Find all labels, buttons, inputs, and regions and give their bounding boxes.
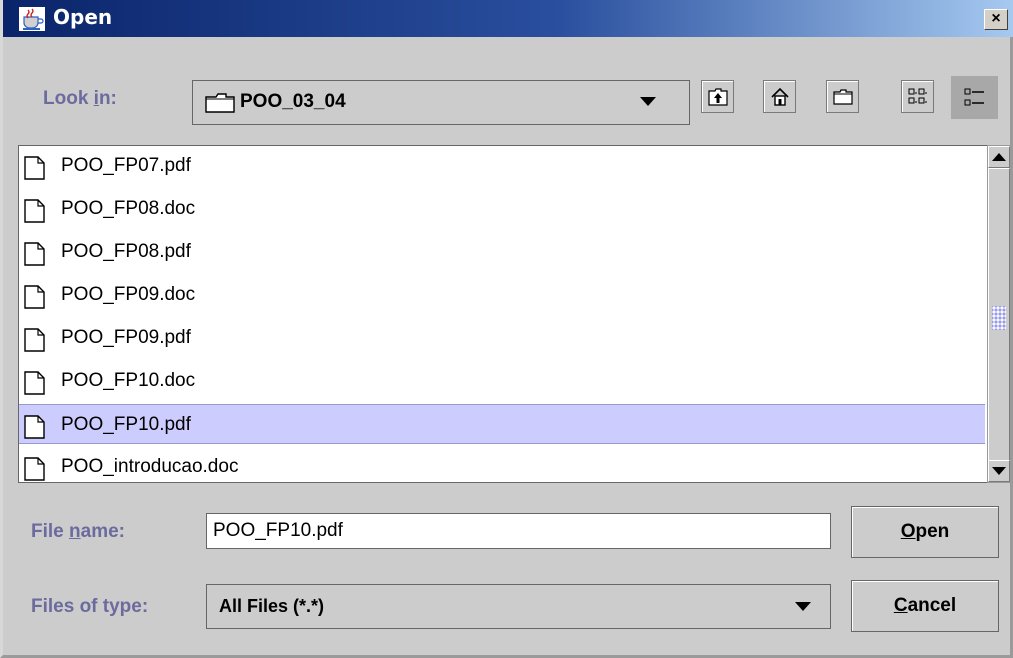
file-name: POO_FP08.doc	[61, 198, 196, 219]
files-of-type-label: Files of type:	[31, 596, 149, 617]
file-name: POO_FP09.pdf	[61, 327, 191, 348]
java-cup-icon	[19, 7, 45, 31]
up-one-level-icon	[708, 88, 728, 106]
close-icon: ×	[991, 10, 1001, 27]
look-in-combo[interactable]: POO_03_04	[192, 80, 690, 125]
scroll-up-button[interactable]	[988, 146, 1010, 168]
list-view-icon	[908, 88, 927, 104]
look-in-value: POO_03_04	[240, 91, 346, 112]
files-of-type-value: All Files (*.*)	[219, 596, 325, 616]
file-row[interactable]: POO_FP08.doc	[19, 189, 985, 229]
title-bar[interactable]: Open ×	[3, 0, 1013, 37]
files-of-type-combo[interactable]: All Files (*.*)	[206, 584, 831, 629]
look-in-label: Look in:	[43, 88, 117, 109]
file-name: POO_FP09.doc	[61, 284, 196, 305]
details-view-button[interactable]	[951, 76, 998, 119]
file-name-label: File name:	[31, 521, 125, 542]
window-title: Open	[53, 5, 113, 29]
file-name: POO_FP08.pdf	[61, 241, 191, 262]
file-row[interactable]: POO_FP09.pdf	[19, 318, 985, 358]
file-name: POO_introducao.doc	[61, 456, 239, 477]
file-icon	[24, 328, 46, 357]
scroll-down-button[interactable]	[988, 460, 1010, 482]
file-icon	[24, 242, 46, 271]
file-list[interactable]: POO_FP07.pdf POO_FP08.doc POO_FP08.pdf POO_…	[18, 145, 989, 483]
file-row[interactable]: POO_FP10.pdf	[19, 404, 985, 444]
arrow-up-icon	[992, 153, 1006, 161]
scroll-thumb[interactable]	[988, 168, 1010, 464]
open-button[interactable]: Open	[851, 506, 999, 558]
folder-icon	[205, 93, 235, 118]
open-dialog: Open × Look in: POO_03_04 POO_FP07.pdf P…	[0, 0, 1013, 658]
new-folder-icon	[833, 89, 853, 105]
home-button[interactable]	[763, 80, 796, 113]
file-row[interactable]: POO_introducao.doc	[19, 447, 985, 482]
details-view-icon	[964, 88, 984, 106]
grip-icon	[992, 306, 1006, 330]
file-icon	[24, 371, 46, 400]
vertical-scrollbar[interactable]	[987, 145, 1011, 483]
file-icon	[24, 415, 46, 444]
file-icon	[24, 285, 46, 314]
arrow-down-icon	[992, 467, 1006, 475]
file-row[interactable]: POO_FP10.doc	[19, 361, 985, 401]
file-name: POO_FP10.doc	[61, 370, 196, 391]
file-icon	[24, 199, 46, 228]
file-row[interactable]: POO_FP07.pdf	[19, 146, 985, 186]
up-one-level-button[interactable]	[701, 80, 734, 113]
file-name: POO_FP10.pdf	[61, 414, 191, 435]
home-icon	[771, 87, 789, 106]
chevron-down-icon[interactable]	[795, 602, 811, 611]
new-folder-button[interactable]	[826, 80, 859, 113]
chevron-down-icon[interactable]	[640, 97, 656, 106]
list-view-button[interactable]	[901, 80, 934, 113]
file-name: POO_FP07.pdf	[61, 155, 191, 176]
close-button[interactable]: ×	[984, 9, 1008, 30]
file-name-input[interactable]	[206, 513, 831, 549]
file-icon	[24, 457, 46, 482]
file-row[interactable]: POO_FP09.doc	[19, 275, 985, 315]
file-icon	[24, 156, 46, 185]
file-row[interactable]: POO_FP08.pdf	[19, 232, 985, 272]
cancel-button[interactable]: Cancel	[851, 580, 999, 632]
